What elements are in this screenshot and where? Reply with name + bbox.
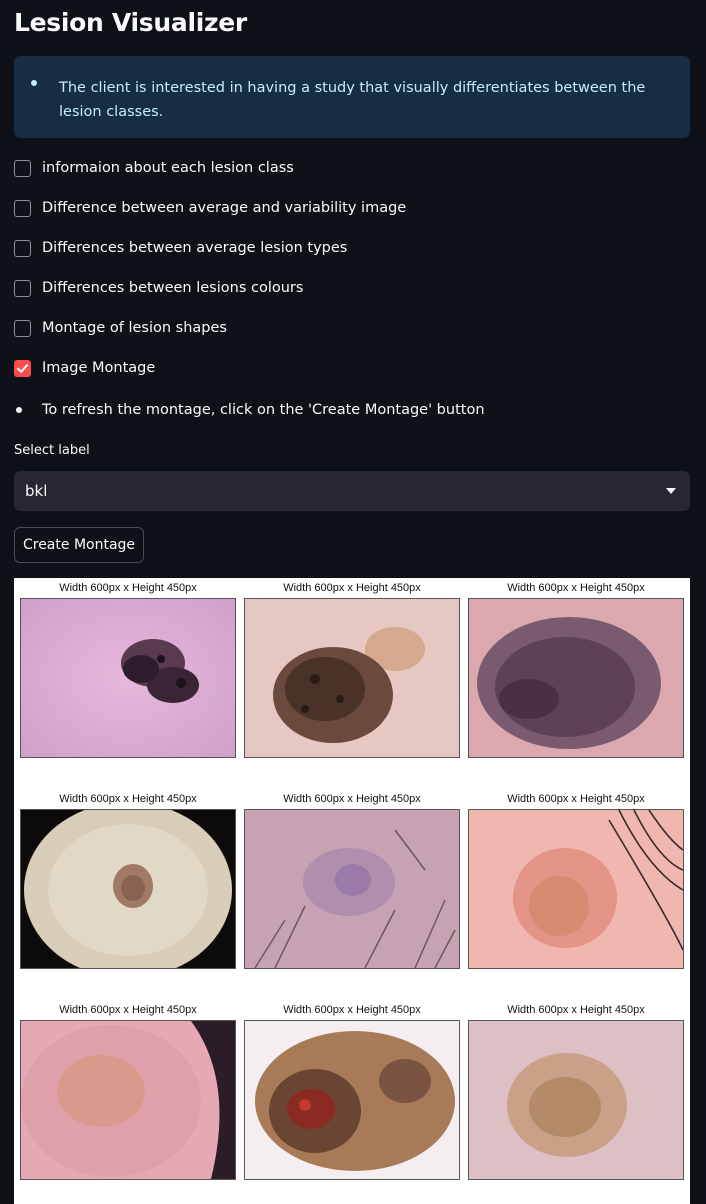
montage-caption: Width 600px x Height 450px	[59, 793, 197, 805]
info-text: The client is interested in having a stu…	[59, 80, 646, 120]
info-bullet	[31, 80, 37, 86]
chevron-down-icon[interactable]	[666, 488, 676, 494]
refresh-note: To refresh the montage, click on the 'Cr…	[14, 398, 485, 422]
montage-caption: Width 600px x Height 450px	[283, 582, 421, 594]
lesion-image	[244, 1020, 460, 1180]
checkmark-icon	[17, 363, 28, 373]
checkbox-box[interactable]	[14, 239, 31, 257]
refresh-note-text: To refresh the montage, click on the 'Cr…	[42, 402, 485, 418]
montage-caption: Width 600px x Height 450px	[59, 1004, 197, 1016]
label-select[interactable]: bkl	[14, 471, 690, 511]
lesion-image	[244, 598, 460, 758]
lesion-image	[468, 1020, 684, 1180]
create-montage-button[interactable]: Create Montage	[14, 527, 144, 563]
info-alert: The client is interested in having a stu…	[14, 56, 690, 138]
checkbox-box[interactable]	[14, 279, 31, 297]
montage-caption: Width 600px x Height 450px	[59, 582, 197, 594]
lesion-image	[20, 1020, 236, 1180]
checkbox-box[interactable]	[14, 199, 31, 217]
bullet-dot	[16, 407, 22, 413]
lesion-image	[20, 809, 236, 969]
checkbox-average-lesion-types[interactable]: Differences between average lesion types	[14, 236, 347, 260]
checkbox-label[interactable]: Difference between average and variabili…	[42, 200, 406, 216]
image-montage: Width 600px x Height 450px Width 600px x…	[14, 578, 690, 1204]
montage-caption: Width 600px x Height 450px	[283, 793, 421, 805]
montage-caption: Width 600px x Height 450px	[507, 582, 645, 594]
checkbox-label[interactable]: Image Montage	[42, 360, 155, 376]
checkbox-average-variability[interactable]: Difference between average and variabili…	[14, 196, 406, 220]
checkbox-class-info[interactable]: informaion about each lesion class	[14, 156, 294, 180]
checkbox-box-checked[interactable]	[14, 359, 31, 377]
checkbox-label[interactable]: informaion about each lesion class	[42, 160, 294, 176]
checkbox-image-montage[interactable]: Image Montage	[14, 356, 155, 380]
checkbox-box[interactable]	[14, 159, 31, 177]
checkbox-lesion-shapes[interactable]: Montage of lesion shapes	[14, 316, 227, 340]
montage-caption: Width 600px x Height 450px	[283, 1004, 421, 1016]
lesion-image	[468, 809, 684, 969]
select-value[interactable]: bkl	[25, 482, 47, 500]
lesion-image	[244, 809, 460, 969]
checkbox-label[interactable]: Montage of lesion shapes	[42, 320, 227, 336]
page-title: Lesion Visualizer	[14, 8, 247, 37]
checkbox-label[interactable]: Differences between average lesion types	[42, 240, 347, 256]
checkbox-lesion-colours[interactable]: Differences between lesions colours	[14, 276, 303, 300]
montage-caption: Width 600px x Height 450px	[507, 1004, 645, 1016]
lesion-image	[468, 598, 684, 758]
select-label: Select label	[14, 443, 90, 458]
checkbox-box[interactable]	[14, 319, 31, 337]
checkbox-label[interactable]: Differences between lesions colours	[42, 280, 303, 296]
lesion-image	[20, 598, 236, 758]
montage-caption: Width 600px x Height 450px	[507, 793, 645, 805]
